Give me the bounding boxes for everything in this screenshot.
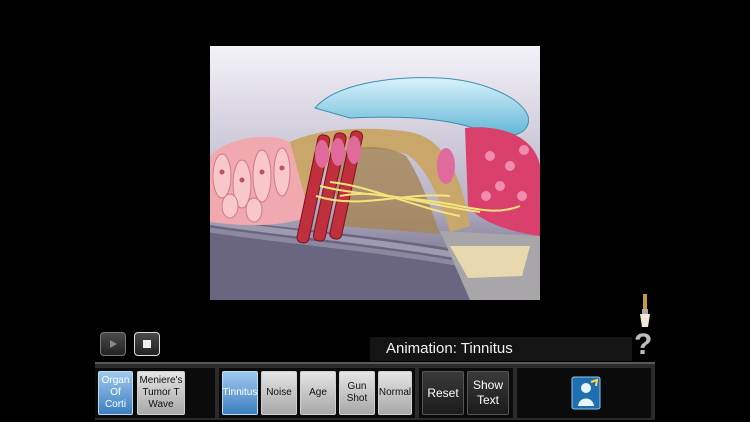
stop-icon	[143, 340, 151, 348]
app-icon-group	[517, 368, 651, 418]
action-group: Reset Show Text	[419, 368, 513, 418]
animation-age-button[interactable]: Age	[300, 371, 336, 415]
reset-button[interactable]: Reset	[422, 371, 464, 415]
animation-gun-shot-button[interactable]: Gun Shot	[339, 371, 375, 415]
play-icon	[110, 340, 117, 348]
animation-noise-button[interactable]: Noise	[261, 371, 297, 415]
scene-organ-of-corti-button[interactable]: Organ Of Corti	[98, 371, 133, 415]
scene-menieres-tumor-button[interactable]: Meniere's Tumor T Wave	[137, 371, 185, 415]
paintbrush-icon[interactable]	[634, 294, 656, 328]
animation-group: Tinnitus Noise Age Gun Shot Normal	[219, 368, 415, 418]
bottom-toolbar: Organ Of Corti Meniere's Tumor T Wave Ti…	[95, 362, 655, 420]
show-text-button[interactable]: Show Text	[467, 371, 509, 415]
animation-label: Animation: Tinnitus	[370, 337, 632, 361]
scene-group: Organ Of Corti Meniere's Tumor T Wave	[95, 368, 215, 418]
play-button[interactable]	[100, 332, 126, 356]
animation-normal-button[interactable]: Normal	[378, 371, 412, 415]
animation-tinnitus-button[interactable]: Tinnitus	[222, 371, 258, 415]
stop-button[interactable]	[134, 332, 160, 356]
app-icon[interactable]	[571, 376, 601, 410]
question-mark-icon[interactable]: ?	[634, 330, 652, 360]
organ-of-corti-illustration	[210, 46, 540, 300]
